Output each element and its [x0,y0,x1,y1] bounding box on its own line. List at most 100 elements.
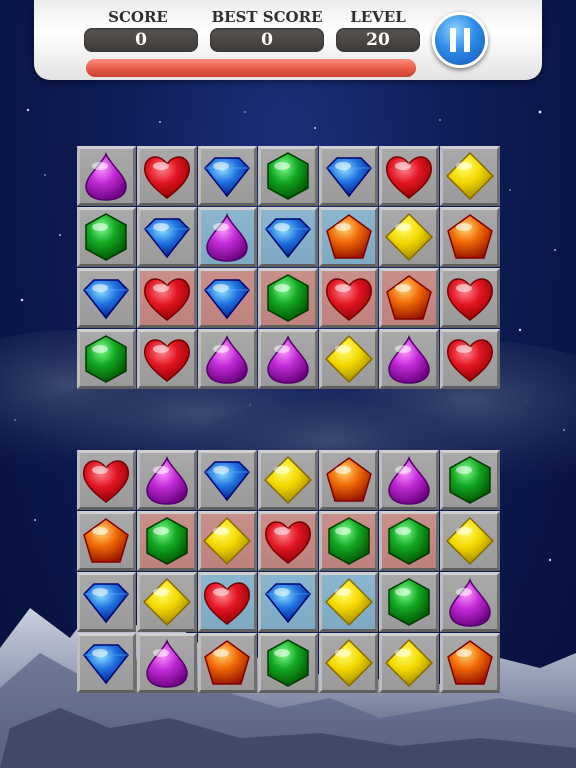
orange-pentagon-icon [325,457,372,502]
blue-diamond-icon [265,583,312,624]
green-hexagon-icon [85,335,128,383]
gem-cell[interactable] [197,633,258,693]
pause-icon [450,28,456,52]
red-heart-icon [325,278,372,321]
gem-cell[interactable] [137,511,197,571]
yellow-square-icon [203,517,252,565]
orange-pentagon-icon [204,640,251,685]
gem-cell[interactable] [137,572,197,632]
blue-diamond-icon [265,218,312,259]
gem-cell[interactable] [439,572,500,632]
gem-cell[interactable] [137,207,197,267]
gem-cell[interactable] [197,572,258,632]
purple-drop-icon [206,334,249,384]
green-hexagon-icon [327,517,370,565]
purple-drop-icon [146,638,188,688]
gem-cell[interactable] [197,146,258,206]
gem-cell[interactable] [76,511,137,571]
gem-cell[interactable] [318,450,379,510]
yellow-square-icon [324,578,373,626]
red-heart-icon [386,156,433,199]
gem-cell[interactable] [379,633,439,693]
red-heart-icon [446,278,493,321]
purple-drop-icon [85,151,128,201]
purple-drop-icon [448,577,491,627]
orange-pentagon-icon [447,214,493,259]
gem-cell[interactable] [439,146,500,206]
purple-drop-icon [267,334,309,384]
green-hexagon-icon [85,213,128,261]
gem-cell[interactable] [379,450,439,510]
gem-cell[interactable] [439,450,500,510]
purple-drop-icon [388,455,430,505]
pause-button[interactable] [432,12,488,68]
gem-cell[interactable] [379,572,439,632]
gem-cell[interactable] [439,329,500,389]
yellow-square-icon [264,456,312,504]
level-label: LEVEL [350,8,406,26]
gem-cell[interactable] [197,450,258,510]
green-hexagon-icon [388,578,430,626]
yellow-square-icon [324,335,373,383]
gem-cell[interactable] [137,146,197,206]
gem-cell[interactable] [379,146,439,206]
gem-cell[interactable] [318,572,379,632]
gem-cell[interactable] [318,329,379,389]
gem-cell[interactable] [379,207,439,267]
hud-panel: SCORE 0 BEST SCORE 0 LEVEL 20 [34,0,542,80]
gem-cell[interactable] [258,329,318,389]
gem-cell[interactable] [258,268,318,328]
gem-cell[interactable] [379,511,439,571]
gem-cell[interactable] [439,633,500,693]
gem-cell[interactable] [197,207,258,267]
green-hexagon-icon [267,274,309,322]
gem-cell[interactable] [439,207,500,267]
gem-cell[interactable] [137,268,197,328]
level-progress-fill [86,59,416,77]
gem-cell[interactable] [137,329,197,389]
gem-cell[interactable] [318,146,379,206]
gem-cell[interactable] [137,633,197,693]
board-row [76,268,500,329]
gem-cell[interactable] [258,633,318,693]
gem-cell[interactable] [258,207,318,267]
gem-cell[interactable] [439,511,500,571]
board-row [76,146,500,207]
gem-cell[interactable] [318,511,379,571]
gem-cell[interactable] [76,329,137,389]
gem-cell[interactable] [76,146,137,206]
board-row [76,633,500,694]
gem-cell[interactable] [318,633,379,693]
green-hexagon-icon [388,517,430,565]
green-hexagon-icon [146,517,188,565]
board-row [76,450,500,511]
gem-cell[interactable] [318,268,379,328]
gem-cell[interactable] [76,207,137,267]
best-score-label: BEST SCORE [211,8,323,26]
gem-cell[interactable] [439,268,500,328]
yellow-square-icon [446,517,494,565]
gem-cell[interactable] [137,450,197,510]
gem-cell[interactable] [197,329,258,389]
green-hexagon-icon [449,456,491,504]
gem-cell[interactable] [76,450,137,510]
gem-cell[interactable] [197,511,258,571]
gem-cell[interactable] [258,572,318,632]
purple-drop-icon [388,334,430,384]
blue-diamond-icon [83,644,130,685]
gem-cell[interactable] [76,633,137,693]
gem-cell[interactable] [76,572,137,632]
gem-cell[interactable] [258,450,318,510]
gem-cell[interactable] [318,207,379,267]
gem-cell[interactable] [258,146,318,206]
blue-diamond-icon [83,583,130,624]
gem-cell[interactable] [258,511,318,571]
gem-cell[interactable] [379,268,439,328]
orange-pentagon-icon [325,214,372,259]
gem-cell[interactable] [379,329,439,389]
board-row [76,329,500,390]
level-progress-bar [86,59,416,77]
blue-diamond-icon [204,461,251,502]
gem-cell[interactable] [76,268,137,328]
gem-cell[interactable] [197,268,258,328]
